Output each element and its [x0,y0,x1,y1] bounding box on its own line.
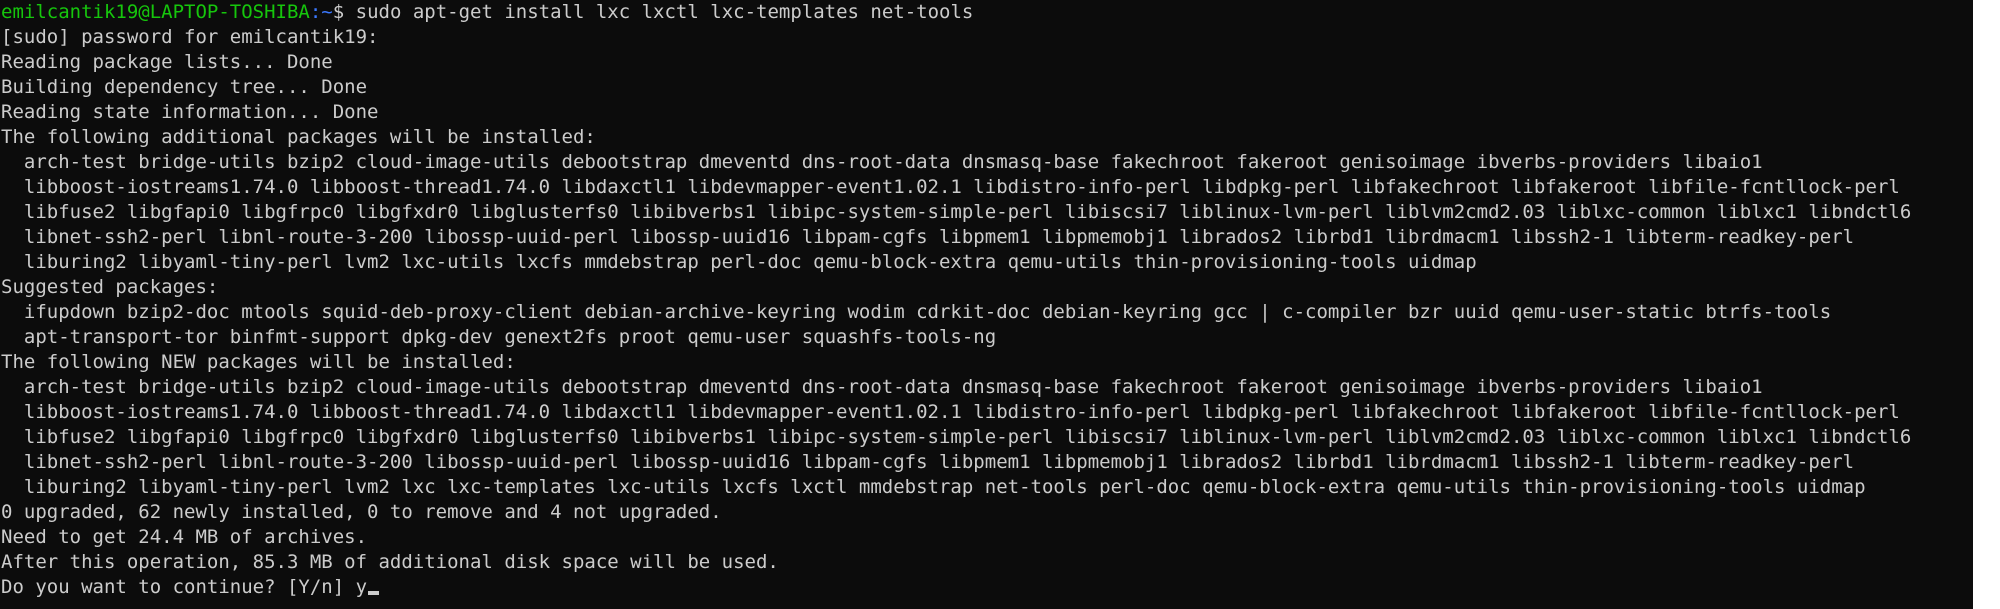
output-line: libfuse2 libgfapi0 libgfrpc0 libgfxdr0 l… [1,426,1912,448]
output-line: The following NEW packages will be insta… [1,351,516,373]
confirm-question: Do you want to continue? [Y/n] [1,576,356,598]
output-line: 0 upgraded, 62 newly installed, 0 to rem… [1,501,722,523]
command-line: emilcantik19@LAPTOP-TOSHIBA:~$ sudo apt-… [1,0,1973,25]
output-line: The following additional packages will b… [1,126,596,148]
output-line: libboost-iostreams1.74.0 libboost-thread… [1,401,1900,423]
output-line: apt-transport-tor binfmt-support dpkg-de… [1,326,997,348]
output-line: libnet-ssh2-perl libnl-route-3-200 libos… [1,226,1855,248]
confirm-input[interactable]: y [356,576,367,598]
output-line: libboost-iostreams1.74.0 libboost-thread… [1,176,1900,198]
output-line: Reading state information... Done [1,101,379,123]
output-line: Suggested packages: [1,276,219,298]
text-cursor [368,591,380,595]
terminal-window[interactable]: emilcantik19@LAPTOP-TOSHIBA:~$ sudo apt-… [0,0,1973,609]
output-line: arch-test bridge-utils bzip2 cloud-image… [1,376,1763,398]
command-text: sudo apt-get install lxc lxctl lxc-templ… [355,1,974,23]
prompt-user-host: emilcantik19@LAPTOP-TOSHIBA [1,1,310,23]
terminal-output: [sudo] password for emilcantik19: Reading… [1,25,1973,575]
prompt-symbol: $ [332,1,356,23]
output-line: liburing2 libyaml-tiny-perl lvm2 lxc-uti… [1,251,1477,273]
output-line: Building dependency tree... Done [1,76,368,98]
output-line: liburing2 libyaml-tiny-perl lvm2 lxc lxc… [1,476,1866,498]
confirm-line[interactable]: Do you want to continue? [Y/n] y [1,575,1973,600]
output-line: Reading package lists... Done [1,51,333,73]
output-line: arch-test bridge-utils bzip2 cloud-image… [1,151,1763,173]
output-line: ifupdown bzip2-doc mtools squid-deb-prox… [1,301,1832,323]
output-line: libnet-ssh2-perl libnl-route-3-200 libos… [1,451,1855,473]
output-line: After this operation, 85.3 MB of additio… [1,551,779,573]
output-line: [sudo] password for emilcantik19: [1,26,379,48]
output-line: Need to get 24.4 MB of archives. [1,526,368,548]
scrollbar-area[interactable] [1973,0,2000,609]
output-line: libfuse2 libgfapi0 libgfrpc0 libgfxdr0 l… [1,201,1912,223]
prompt-path: :~ [309,1,333,23]
